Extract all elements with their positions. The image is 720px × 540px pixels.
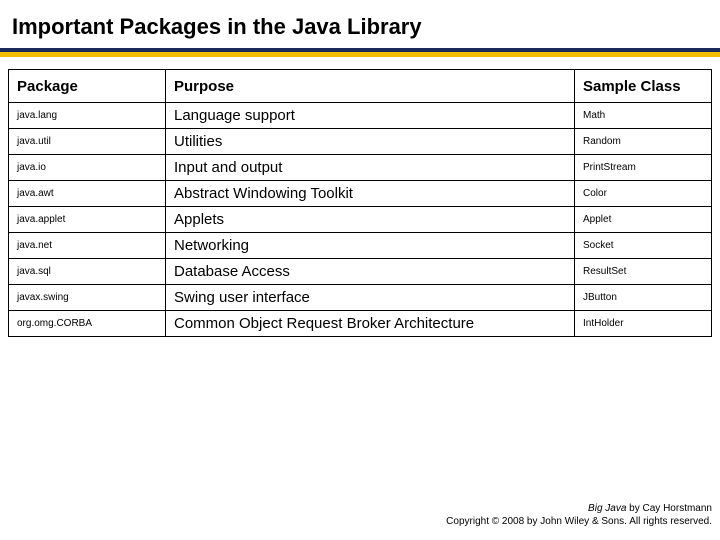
purpose-cell: Database Access [166,259,575,285]
footer-book: Big Java [588,503,626,514]
sample-cell: Socket [575,233,712,259]
sample-cell: PrintStream [575,155,712,181]
page-title: Important Packages in the Java Library [0,0,720,48]
package-cell: java.util [9,129,166,155]
footer-line1: Big Java by Cay Horstmann [446,502,712,515]
package-cell: java.lang [9,103,166,129]
table-row: java.utilUtilitiesRandom [9,129,712,155]
package-cell: java.io [9,155,166,181]
header-purpose: Purpose [166,70,575,103]
table-row: org.omg.CORBACommon Object Request Broke… [9,311,712,337]
purpose-cell: Networking [166,233,575,259]
sample-cell: Math [575,103,712,129]
table-row: javax.swingSwing user interfaceJButton [9,285,712,311]
purpose-cell: Language support [166,103,575,129]
package-cell: java.applet [9,207,166,233]
table-row: java.sqlDatabase AccessResultSet [9,259,712,285]
table-row: java.awtAbstract Windowing ToolkitColor [9,181,712,207]
package-cell: java.net [9,233,166,259]
sample-cell: Color [575,181,712,207]
purpose-cell: Utilities [166,129,575,155]
rule-gold [0,52,720,57]
footer-copyright: Copyright © 2008 by John Wiley & Sons. A… [446,515,712,528]
package-cell: java.sql [9,259,166,285]
purpose-cell: Applets [166,207,575,233]
header-package: Package [9,70,166,103]
packages-table: Package Purpose Sample Class java.langLa… [8,69,712,337]
purpose-cell: Swing user interface [166,285,575,311]
purpose-cell: Abstract Windowing Toolkit [166,181,575,207]
package-cell: java.awt [9,181,166,207]
purpose-cell: Common Object Request Broker Architectur… [166,311,575,337]
package-cell: javax.swing [9,285,166,311]
table-row: java.langLanguage supportMath [9,103,712,129]
header-sample: Sample Class [575,70,712,103]
table-row: java.appletAppletsApplet [9,207,712,233]
package-cell: org.omg.CORBA [9,311,166,337]
sample-cell: Applet [575,207,712,233]
footer: Big Java by Cay Horstmann Copyright © 20… [446,502,712,528]
sample-cell: Random [575,129,712,155]
sample-cell: JButton [575,285,712,311]
purpose-cell: Input and output [166,155,575,181]
table-header-row: Package Purpose Sample Class [9,70,712,103]
footer-byline: by Cay Horstmann [626,503,712,514]
sample-cell: ResultSet [575,259,712,285]
sample-cell: IntHolder [575,311,712,337]
table-row: java.ioInput and outputPrintStream [9,155,712,181]
table-row: java.netNetworkingSocket [9,233,712,259]
